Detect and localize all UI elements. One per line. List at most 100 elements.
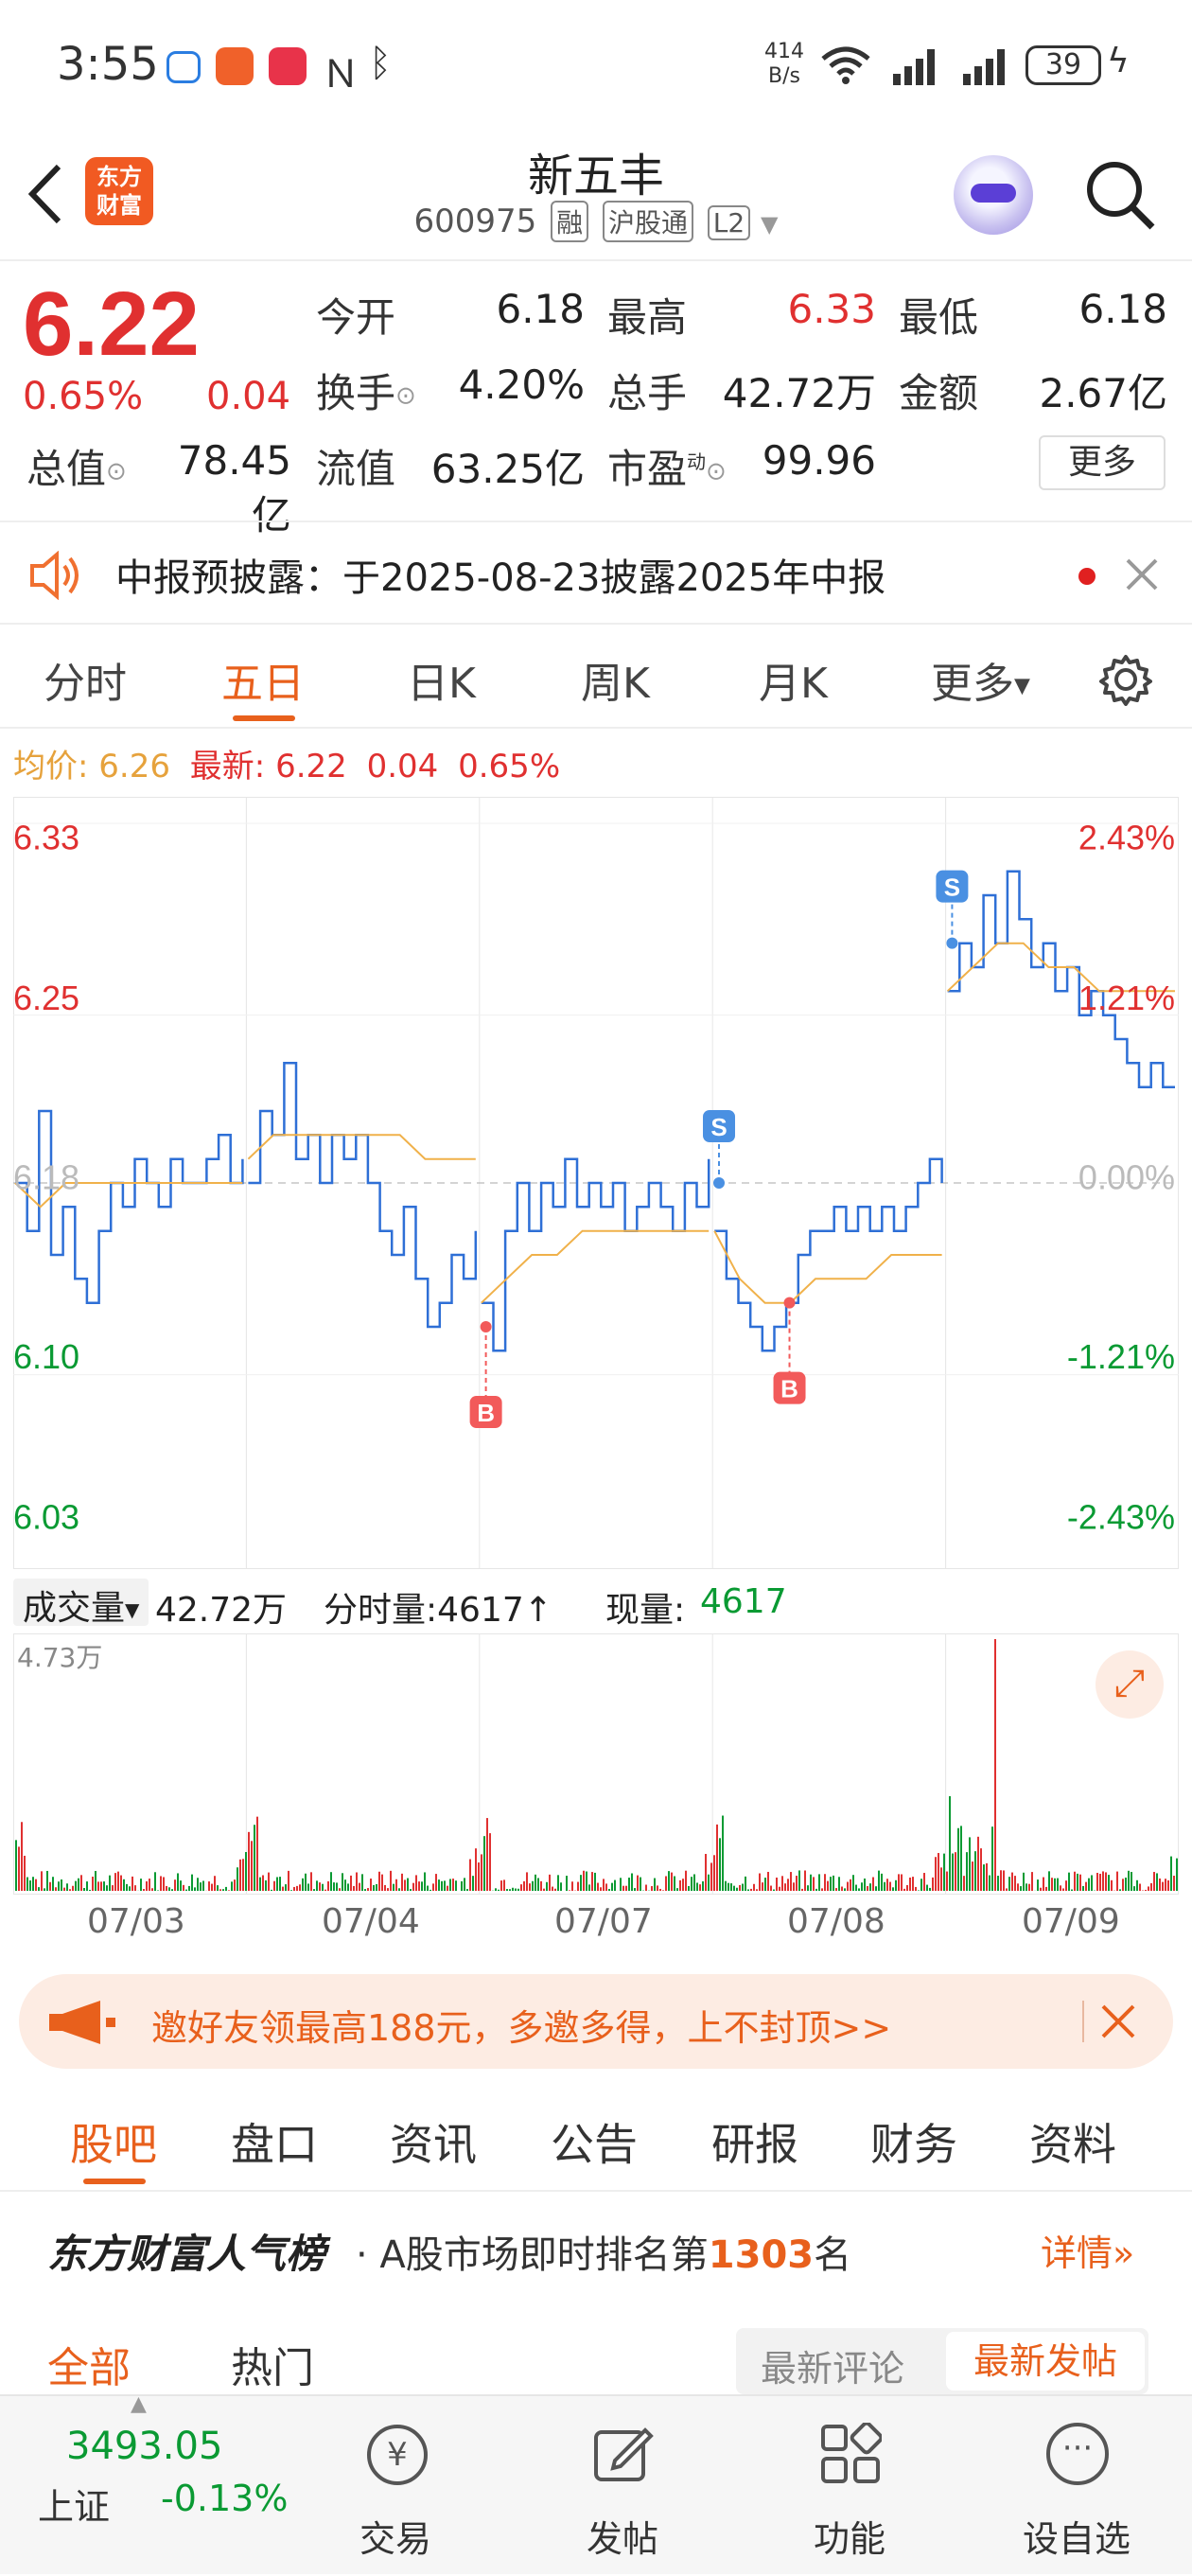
volume-bar (691, 1877, 692, 1891)
dropdown-arrow-icon[interactable]: ▼ (761, 211, 778, 238)
volume-bar (852, 1875, 854, 1891)
tab-more[interactable]: 更多▼ (931, 649, 1030, 710)
y-tick-left: 6.03 (13, 1498, 79, 1537)
index-change: -0.13% (161, 2478, 288, 2519)
volume-bar (89, 1890, 91, 1891)
volume-bar (395, 1879, 397, 1891)
filter-all[interactable]: 全部 (47, 2334, 131, 2394)
volume-chart[interactable] (13, 1633, 1179, 1895)
volume-bar (1102, 1871, 1104, 1891)
gear-icon[interactable] (1099, 653, 1152, 706)
more-button[interactable]: 更多 (1039, 435, 1166, 490)
info-icon: ⊙ (106, 458, 127, 486)
volume-bar (824, 1874, 826, 1891)
tab-five-day[interactable]: 五日 (221, 649, 305, 710)
tab-intraday[interactable]: 分时 (44, 649, 127, 710)
y-tick-left: 6.10 (13, 1337, 79, 1376)
tab-daily-k[interactable]: 日K (407, 649, 476, 710)
volume-bar (1099, 1874, 1101, 1891)
market-cap-label[interactable]: 总值⊙ (26, 437, 127, 495)
volume-bar (154, 1872, 156, 1891)
tab-news[interactable]: 资讯 (390, 2110, 477, 2173)
volume-bar (483, 1836, 485, 1891)
volume-bar (969, 1837, 971, 1891)
volume-bar (654, 1879, 656, 1891)
volume-bar (770, 1886, 772, 1891)
volume-bar (276, 1878, 278, 1891)
nav-add-watchlist[interactable]: ··· 设自选 (991, 2396, 1162, 2576)
volume-bar (861, 1882, 863, 1891)
volume-bar (378, 1872, 380, 1891)
volume-bar (393, 1884, 394, 1891)
net-speed: 414 B/s (764, 40, 804, 89)
sort-latest-post[interactable]: 最新发帖 (946, 2332, 1145, 2391)
popularity-rank[interactable]: 东方财富人气榜 · A股市场即时排名第1303名 详情» (0, 2205, 1192, 2290)
volume-bar (631, 1873, 633, 1891)
volume-bar (18, 1846, 20, 1891)
tab-finance[interactable]: 财务 (870, 2110, 957, 2173)
signal-dot (946, 938, 957, 949)
volume-bar (271, 1890, 272, 1891)
pe-value: 99.96 (738, 437, 876, 484)
volume-bar (1008, 1877, 1010, 1891)
rank-detail-link[interactable]: 详情» (1041, 2224, 1134, 2276)
wifi-icon (819, 45, 872, 85)
expand-icon[interactable]: ⤢ (1096, 1650, 1164, 1719)
volume-bar (929, 1888, 931, 1891)
robot-assistant-icon[interactable] (954, 155, 1033, 235)
volume-selector[interactable]: 成交量▼ (13, 1579, 149, 1626)
turnover-label[interactable]: 换手⊙ (316, 362, 416, 419)
tab-profile[interactable]: 资料 (1029, 2110, 1116, 2173)
volume-bar (1051, 1878, 1053, 1891)
nav-trade[interactable]: ¥ 交易 (310, 2396, 481, 2576)
index-ticker[interactable]: ▲ 3493.05 上证 -0.13% (0, 2396, 303, 2576)
search-icon[interactable] (1082, 157, 1158, 233)
five-day-price-chart[interactable]: SSBB6.336.256.186.106.032.43%1.21%0.00%-… (13, 797, 1179, 1569)
volume-bar (444, 1880, 446, 1891)
filter-hot[interactable]: 热门 (231, 2334, 314, 2394)
tab-announcements[interactable]: 公告 (551, 2110, 638, 2173)
volume-header: 成交量▼ 42.72万 分时量:4617↑ 现量: 4617 (13, 1575, 1186, 1630)
nav-functions[interactable]: 功能 (764, 2396, 935, 2576)
volume-bar (254, 1825, 255, 1891)
tab-forum[interactable]: 股吧 (70, 2110, 157, 2173)
volume-bar (898, 1874, 900, 1891)
close-icon[interactable] (1124, 556, 1160, 592)
volume-bar (847, 1882, 849, 1891)
sort-latest-comment[interactable]: 最新评论 (761, 2339, 904, 2391)
volume-bar (356, 1872, 358, 1891)
volume-bar (364, 1889, 366, 1891)
volume-bar (764, 1878, 766, 1891)
volume-bar (597, 1883, 599, 1891)
volume-bar (1148, 1886, 1149, 1891)
tab-monthly-k[interactable]: 月K (759, 649, 828, 710)
volume-bar (977, 1837, 979, 1891)
volume-bar (475, 1848, 477, 1891)
stock-code: 600975 (414, 203, 537, 240)
volume-bar (316, 1880, 318, 1891)
volume-bar (339, 1888, 341, 1891)
avg-price-line (482, 1231, 709, 1303)
notice-bar[interactable]: 中报预披露：于2025-08-23披露2025年中报 (0, 520, 1192, 625)
volume-bar (869, 1883, 871, 1891)
y-tick-right: 1.21% (1078, 979, 1175, 1017)
pe-label[interactable]: 市盈动⊙ (607, 437, 727, 495)
close-icon[interactable] (1099, 2003, 1137, 2040)
tab-research[interactable]: 研报 (711, 2110, 798, 2173)
volume-bar (906, 1885, 908, 1891)
tab-weekly-k[interactable]: 周K (581, 649, 650, 710)
promo-banner[interactable]: 邀好友领最高188元，多邀多得，上不封顶>> (19, 1974, 1173, 2069)
volume-bar (611, 1883, 613, 1891)
pe-label-text: 市盈 (607, 446, 687, 492)
nfc-icon: Ｎ (322, 44, 359, 98)
nav-post[interactable]: 发帖 (537, 2396, 708, 2576)
volume-bar (1085, 1882, 1087, 1891)
date-axis: 07/03 07/04 07/07 07/08 07/09 (0, 1902, 1192, 1950)
volume-bar (185, 1890, 187, 1891)
change-percent: 0.65% (23, 375, 143, 418)
more-icon: ··· (1046, 2423, 1109, 2485)
volume-bar (1043, 1878, 1044, 1891)
volume-bar (1088, 1879, 1090, 1891)
tab-order-book[interactable]: 盘口 (231, 2110, 318, 2173)
current-volume-label: 现量: (605, 1582, 685, 1632)
